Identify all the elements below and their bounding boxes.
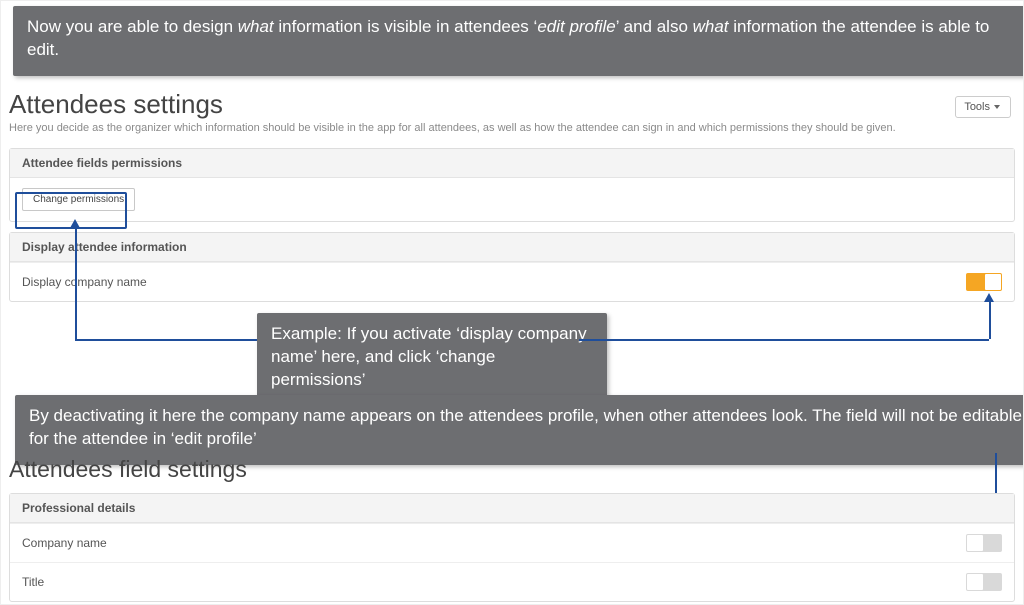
callout-bottom: By deactivating it here the company name… [15, 395, 1024, 465]
callout-middle: Example: If you activate ‘display compan… [257, 313, 607, 406]
toggle-thumb [967, 535, 983, 551]
page-title: Attendees field settings [9, 456, 1015, 483]
connector-line [75, 339, 257, 341]
panel-attendee-fields-permissions: Attendee fields permissions Change permi… [9, 148, 1015, 222]
change-permissions-button[interactable]: Change permissions [22, 188, 135, 211]
toggle-thumb [967, 574, 983, 590]
panel-header: Attendee fields permissions [10, 149, 1014, 178]
panel-professional-details: Professional details Company name Title [9, 493, 1015, 602]
row-company-name: Company name [10, 523, 1014, 562]
connector-line [989, 301, 991, 339]
page-subtitle: Here you decide as the organizer which i… [9, 122, 1015, 134]
arrow-up-icon [984, 293, 994, 302]
row-display-company-name: Display company name [10, 262, 1014, 301]
toggle-thumb [985, 274, 1001, 290]
row-label: Title [22, 575, 44, 589]
panel-header: Display attendee information [10, 233, 1014, 262]
row-label: Company name [22, 536, 107, 550]
arrow-up-icon [70, 219, 80, 228]
toggle-title[interactable] [966, 573, 1002, 591]
connector-line [579, 339, 989, 341]
page-root: Now you are able to design what informat… [0, 0, 1024, 605]
attendees-field-settings-section: Attendees field settings Professional de… [9, 456, 1015, 605]
row-label: Display company name [22, 275, 147, 289]
panel-display-attendee-information: Display attendee information Display com… [9, 232, 1015, 302]
page-title: Attendees settings [9, 89, 1015, 120]
toggle-display-company-name[interactable] [966, 273, 1002, 291]
attendees-settings-section: Attendees settings Here you decide as th… [9, 89, 1015, 312]
panel-header: Professional details [10, 494, 1014, 523]
row-title: Title [10, 562, 1014, 601]
callout-top: Now you are able to design what informat… [13, 6, 1024, 76]
toggle-company-name[interactable] [966, 534, 1002, 552]
connector-line [75, 227, 77, 339]
